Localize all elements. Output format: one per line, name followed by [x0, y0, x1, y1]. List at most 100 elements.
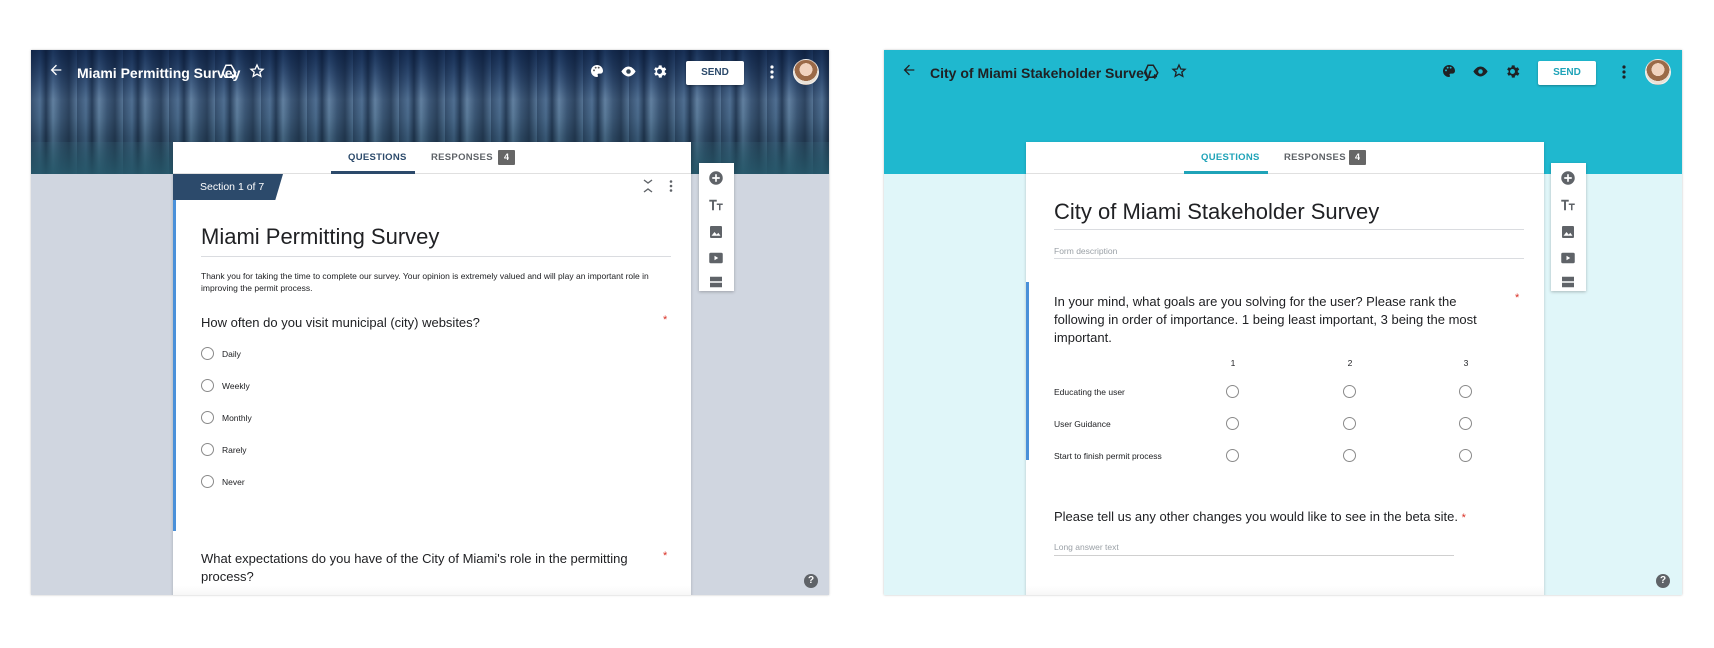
grid-radio[interactable] [1226, 449, 1239, 462]
form-card: QUESTIONS RESPONSES 4 Section 1 of 7 Mia… [173, 142, 691, 595]
tab-questions[interactable]: QUESTIONS [1201, 152, 1260, 163]
required-asterisk: * [1515, 292, 1520, 304]
add-section-icon[interactable] [707, 273, 725, 291]
section-tag: Section 1 of 7 [173, 174, 283, 200]
question-visit-frequency[interactable]: How often do you visit municipal (city) … [201, 314, 641, 332]
left-form-editor: Miami Permitting Survey SEND QUESTIONS R… [31, 50, 829, 595]
title-underline [201, 256, 671, 257]
help-icon[interactable]: ? [804, 574, 818, 588]
grid-radio[interactable] [1226, 385, 1239, 398]
question-other-changes[interactable]: Please tell us any other changes you wou… [1054, 508, 1524, 527]
form-title[interactable]: Miami Permitting Survey [201, 224, 439, 250]
editor-tabs: QUESTIONS RESPONSES 4 [173, 142, 691, 174]
send-button[interactable]: SEND [1538, 61, 1596, 85]
app-title: Miami Permitting Survey [77, 65, 241, 81]
grid-row-label: Start to finish permit process [1054, 451, 1162, 461]
top-app-bar: City of Miami Stakeholder Survey SEND [884, 50, 1682, 96]
scroll-fade [173, 586, 691, 595]
tab-responses[interactable]: RESPONSES [431, 152, 493, 163]
section-more-icon[interactable] [669, 179, 673, 196]
settings-gear-icon[interactable] [651, 63, 671, 83]
grid-column-3: 3 [1463, 358, 1469, 368]
question-rank-goals[interactable]: In your mind, what goals are you solving… [1054, 293, 1494, 347]
right-form-editor: City of Miami Stakeholder Survey SEND QU… [884, 50, 1682, 595]
responses-count-badge: 4 [498, 150, 515, 165]
add-question-icon[interactable] [707, 169, 725, 187]
floating-toolbar [699, 163, 734, 291]
add-section-icon[interactable] [1559, 273, 1577, 291]
grid-radio[interactable] [1343, 417, 1356, 430]
grid-row-label: Educating the user [1054, 387, 1125, 397]
form-title[interactable]: City of Miami Stakeholder Survey [1054, 199, 1379, 225]
palette-icon[interactable] [589, 63, 609, 83]
option-label: Weekly [222, 381, 250, 391]
add-title-text-icon[interactable] [707, 196, 725, 214]
option-label: Rarely [222, 445, 247, 455]
responses-count-badge: 4 [1349, 150, 1366, 165]
user-avatar[interactable] [793, 59, 819, 85]
add-question-icon[interactable] [1559, 169, 1577, 187]
grid-column-2: 2 [1347, 358, 1353, 368]
required-asterisk: * [1461, 512, 1466, 524]
more-options-icon[interactable] [1621, 63, 1629, 83]
grid-row-label: User Guidance [1054, 419, 1111, 429]
settings-gear-icon[interactable] [1504, 63, 1524, 83]
radio-daily[interactable] [201, 347, 214, 360]
option-label: Daily [222, 349, 241, 359]
question-focus-bar [1026, 282, 1029, 460]
tab-questions[interactable]: QUESTIONS [348, 152, 407, 163]
add-title-text-icon[interactable] [1559, 196, 1577, 214]
grid-radio[interactable] [1343, 449, 1356, 462]
back-arrow-icon[interactable] [898, 62, 920, 84]
app-title: City of Miami Stakeholder Survey [930, 65, 1152, 81]
form-card: QUESTIONS RESPONSES 4 City of Miami Stak… [1026, 142, 1544, 595]
back-arrow-icon[interactable] [45, 62, 67, 84]
editor-tabs: QUESTIONS RESPONSES 4 [1026, 142, 1544, 174]
active-tab-indicator [331, 171, 415, 174]
top-app-bar: Miami Permitting Survey SEND [31, 50, 829, 96]
grid-radio[interactable] [1459, 385, 1472, 398]
palette-icon[interactable] [1441, 63, 1461, 83]
drive-add-icon[interactable] [220, 63, 240, 83]
star-icon[interactable] [1171, 63, 1191, 83]
more-options-icon[interactable] [769, 63, 777, 83]
radio-weekly[interactable] [201, 379, 214, 392]
active-tab-indicator [1184, 171, 1268, 174]
title-underline [1054, 229, 1524, 230]
grid-radio[interactable] [1459, 449, 1472, 462]
section-focus-bar [173, 174, 176, 531]
add-image-icon[interactable] [707, 223, 725, 241]
floating-toolbar [1551, 163, 1586, 291]
radio-monthly[interactable] [201, 411, 214, 424]
long-answer-underline [1054, 555, 1454, 556]
long-answer-input[interactable]: Long answer text [1054, 542, 1119, 552]
option-label: Never [222, 477, 245, 487]
form-description-input[interactable]: Form description [1054, 246, 1117, 256]
help-icon[interactable]: ? [1656, 574, 1670, 588]
radio-rarely[interactable] [201, 443, 214, 456]
grid-radio[interactable] [1343, 385, 1356, 398]
collapse-section-icon[interactable] [643, 178, 653, 197]
grid-column-1: 1 [1230, 358, 1236, 368]
preview-eye-icon[interactable] [620, 63, 640, 83]
grid-radio[interactable] [1459, 417, 1472, 430]
grid-radio[interactable] [1226, 417, 1239, 430]
add-video-icon[interactable] [1559, 249, 1577, 267]
question-city-role[interactable]: What expectations do you have of the Cit… [201, 550, 651, 586]
add-video-icon[interactable] [707, 249, 725, 267]
required-asterisk: * [663, 550, 668, 562]
question-text: Please tell us any other changes you wou… [1054, 509, 1458, 524]
send-button[interactable]: SEND [686, 61, 744, 85]
tab-responses[interactable]: RESPONSES [1284, 152, 1346, 163]
required-asterisk: * [663, 314, 668, 326]
form-description[interactable]: Thank you for taking the time to complet… [201, 270, 676, 294]
drive-add-icon[interactable] [1142, 63, 1162, 83]
scroll-fade [1026, 586, 1544, 595]
add-image-icon[interactable] [1559, 223, 1577, 241]
user-avatar[interactable] [1645, 59, 1671, 85]
star-icon[interactable] [249, 63, 269, 83]
preview-eye-icon[interactable] [1472, 63, 1492, 83]
description-underline [1054, 258, 1524, 259]
radio-never[interactable] [201, 475, 214, 488]
option-label: Monthly [222, 413, 252, 423]
